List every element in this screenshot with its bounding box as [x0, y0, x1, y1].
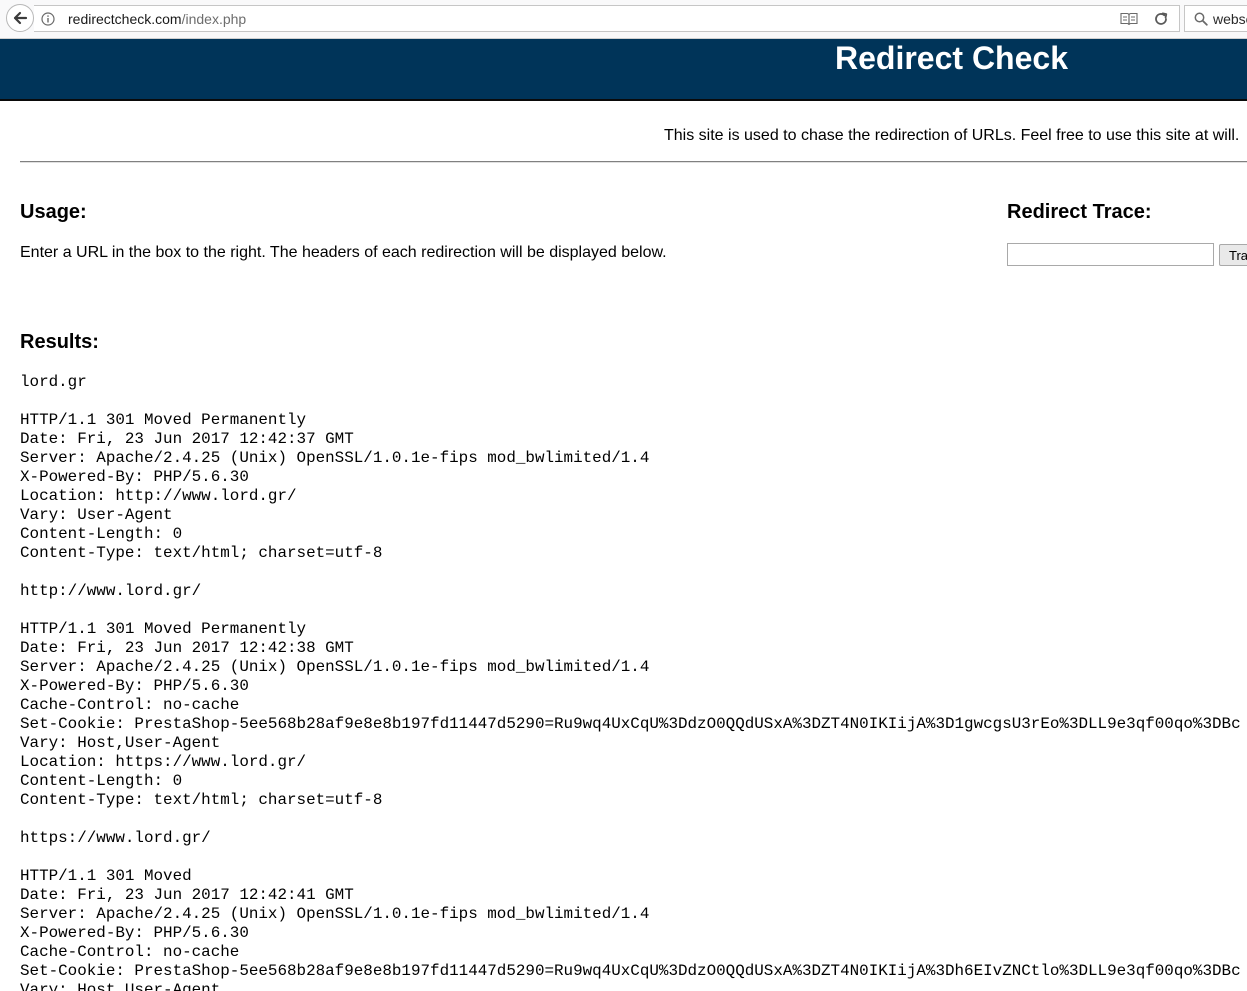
url-input[interactable]: [1007, 243, 1214, 266]
site-title: Redirect Check: [835, 40, 1068, 76]
result-line: [20, 563, 1247, 582]
result-line: lord.gr: [20, 373, 87, 391]
usage-heading: Usage:: [20, 201, 87, 223]
result-line: HTTP/1.1 301 Moved: [20, 867, 192, 885]
usage-text: Enter a URL in the box to the right. The…: [20, 244, 667, 261]
result-line: Date: Fri, 23 Jun 2017 12:42:41 GMT: [20, 886, 354, 904]
reader-view-icon[interactable]: [1120, 12, 1138, 26]
reload-icon[interactable]: [1153, 11, 1169, 27]
result-line: Content-Length: 0: [20, 525, 183, 543]
search-bar[interactable]: webse: [1184, 5, 1247, 32]
address-bar[interactable]: redirectcheck.com/index.php: [34, 5, 1180, 32]
browser-toolbar: redirectcheck.com/index.php webse: [0, 0, 1247, 39]
result-line: Vary: Host,User-Agent: [20, 981, 221, 991]
result-line: Location: https://www.lord.gr/: [20, 753, 307, 771]
result-line: Cache-Control: no-cache: [20, 943, 240, 961]
results-output: lord.gr HTTP/1.1 301 Moved Permanently D…: [20, 373, 1247, 991]
divider: [20, 161, 1247, 163]
back-button[interactable]: [6, 4, 34, 32]
result-line: [20, 810, 1247, 829]
search-icon: [1194, 12, 1208, 26]
result-line: Vary: User-Agent: [20, 506, 173, 524]
result-line: [20, 848, 1247, 867]
site-header: Redirect Check: [0, 39, 1247, 101]
result-line: Set-Cookie: PrestaShop-5ee568b28af9e8e8b…: [20, 715, 1241, 733]
result-line: Server: Apache/2.4.25 (Unix) OpenSSL/1.0…: [20, 905, 650, 923]
url-text[interactable]: redirectcheck.com/index.php: [68, 11, 246, 27]
tagline: This site is used to chase the redirecti…: [664, 127, 1240, 144]
result-line: X-Powered-By: PHP/5.6.30: [20, 468, 249, 486]
result-line: Date: Fri, 23 Jun 2017 12:42:37 GMT: [20, 430, 354, 448]
url-host: redirectcheck.com: [68, 11, 182, 27]
result-line: Cache-Control: no-cache: [20, 696, 240, 714]
result-line: X-Powered-By: PHP/5.6.30: [20, 677, 249, 695]
result-line: Server: Apache/2.4.25 (Unix) OpenSSL/1.0…: [20, 658, 650, 676]
result-line: HTTP/1.1 301 Moved Permanently: [20, 411, 307, 429]
result-line: X-Powered-By: PHP/5.6.30: [20, 924, 249, 942]
result-line: [20, 392, 1247, 411]
result-line: http://www.lord.gr/: [20, 582, 202, 600]
result-line: Content-Length: 0: [20, 772, 183, 790]
result-line: Set-Cookie: PrestaShop-5ee568b28af9e8e8b…: [20, 962, 1241, 980]
back-arrow-icon: [13, 11, 28, 25]
search-text[interactable]: webse: [1213, 11, 1247, 27]
result-line: [20, 601, 1247, 620]
info-icon[interactable]: [41, 12, 55, 26]
result-line: Location: http://www.lord.gr/: [20, 487, 297, 505]
result-line: Date: Fri, 23 Jun 2017 12:42:38 GMT: [20, 639, 354, 657]
result-line: HTTP/1.1 301 Moved Permanently: [20, 620, 307, 638]
redirect-trace-heading: Redirect Trace:: [1007, 201, 1152, 223]
result-line: Vary: Host,User-Agent: [20, 734, 221, 752]
result-line: Content-Type: text/html; charset=utf-8: [20, 544, 383, 562]
result-line: Content-Type: text/html; charset=utf-8: [20, 791, 383, 809]
trace-button[interactable]: Trace: [1219, 244, 1247, 266]
result-line: Server: Apache/2.4.25 (Unix) OpenSSL/1.0…: [20, 449, 650, 467]
results-heading: Results:: [20, 331, 99, 353]
url-path: /index.php: [181, 11, 247, 27]
result-line: https://www.lord.gr/: [20, 829, 211, 847]
